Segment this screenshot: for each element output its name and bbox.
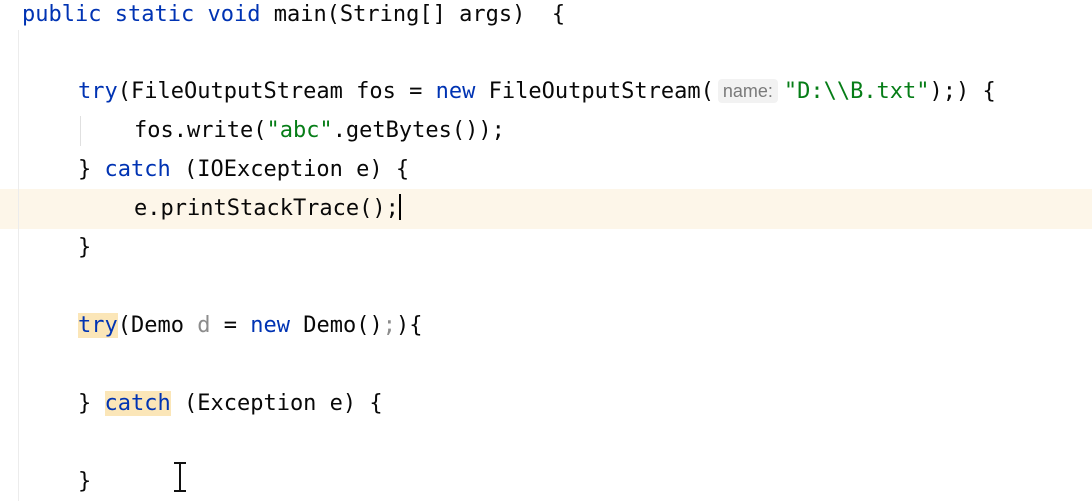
print-stack-trace-call: e.printStackTrace(); [134,196,399,221]
getbytes-call: .getBytes()); [332,118,505,143]
closing-brace: } [78,391,105,416]
keyword-public: public [22,2,102,27]
keyword-try-highlighted: try [78,313,118,338]
keyword-try: try [78,79,118,104]
parameter-name-hint: name: [717,79,778,103]
constructor-call: FileOutputStream( [488,79,714,104]
try-open: ){ [395,313,423,338]
demo-constructor: Demo() [289,313,383,338]
string-literal-path: "D:\\B.txt" [783,79,930,104]
catch-clause: (IOException e) { [170,157,410,182]
keyword-static: static [114,2,195,27]
string-literal-abc: "abc" [266,118,333,143]
code-line-catch-exception[interactable]: } catch (Exception e) { [78,389,383,419]
try-open: );) { [929,79,996,104]
keyword-catch-highlighted: catch [104,391,171,416]
resource-type: (Demo [117,313,198,338]
closing-brace: } [78,157,105,182]
editor-gutter-divider [18,30,19,501]
write-call: fos.write( [134,118,267,143]
mouse-ibeam-cursor-icon [172,462,188,492]
code-line-final-brace[interactable]: } [78,467,91,497]
unused-variable-d: d [197,313,211,338]
catch-clause: (Exception e) { [170,391,383,416]
closing-brace: } [78,469,92,494]
method-declaration: main(String[] args) { [273,2,566,27]
keyword-new: new [250,313,290,338]
keyword-new: new [435,79,476,104]
code-line-print-stack-trace[interactable]: e.printStackTrace(); [134,194,401,224]
code-line-try-fileoutputstream[interactable]: try(FileOutputStream fos = new FileOutpu… [78,77,996,107]
indent-guide [80,116,81,146]
code-line-closing-brace[interactable]: } [78,233,91,263]
closing-brace: } [78,235,92,260]
code-line-try-demo[interactable]: try(Demo d = new Demo();){ [78,311,422,341]
code-line-fos-write[interactable]: fos.write("abc".getBytes()); [134,116,505,146]
resource-declaration: (FileOutputStream fos = [117,79,436,104]
keyword-void: void [207,2,261,27]
code-line-catch-ioexception[interactable]: } catch (IOException e) { [78,155,409,185]
text-caret [398,194,401,220]
redundant-semicolon: ; [382,313,396,338]
code-editor[interactable]: public static void main(String[] args) {… [0,0,1092,501]
code-line-method-signature[interactable]: public static void main(String[] args) { [22,0,565,30]
keyword-catch: catch [104,157,171,182]
assignment: = [210,313,251,338]
